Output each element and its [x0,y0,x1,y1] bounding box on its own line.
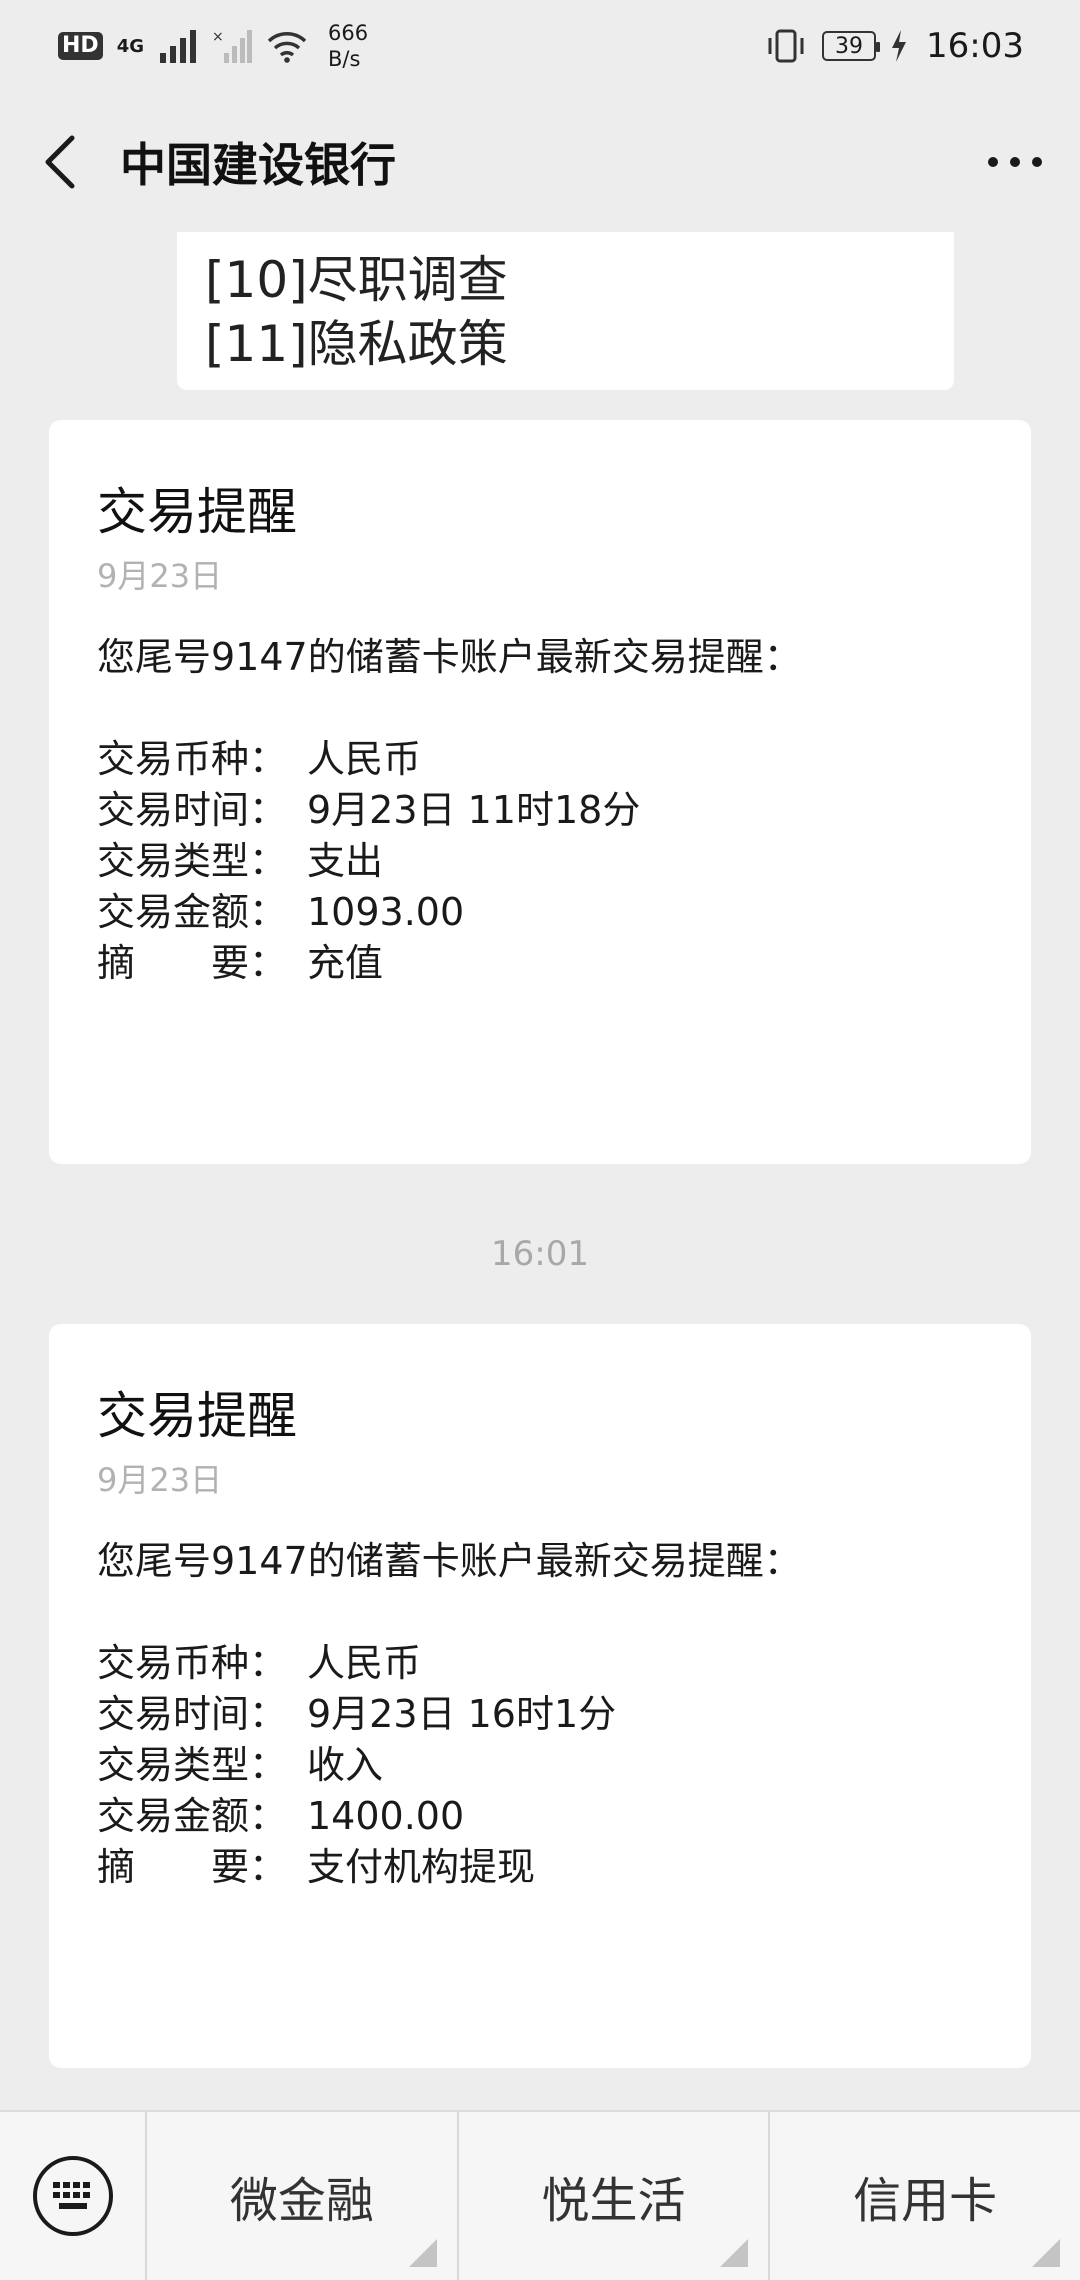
time-divider: 16:01 [491,1234,589,1274]
battery-icon: 39 [822,31,881,61]
partial-menu-card[interactable]: [10]尽职调查 [11]隐私政策 [177,232,954,390]
field-value: 9月23日 16时1分 [307,1692,617,1736]
field-value: 人民币 [307,737,422,781]
menu-item-yue-shenghuo[interactable]: 悦生活 [456,2111,769,2280]
card-date: 9月23日 [97,1461,223,1499]
page-title: 中国建设银行 [120,138,396,192]
field-label: 交易时间： [97,788,288,832]
status-left: HD 4G × 666 B/s [58,20,368,72]
partial-card-line[interactable]: [10]尽职调查 [205,240,508,312]
submenu-indicator-icon [720,2239,749,2267]
field-row: 摘 要： 支付机构提现 [97,1842,983,1893]
field-label: 交易时间： [97,1692,288,1736]
menu-item-label: 悦生活 [541,2173,686,2229]
card-intro: 您尾号9147的储蓄卡账户最新交易提醒： [97,635,802,679]
submenu-indicator-icon [408,2239,437,2267]
signal-icon [160,30,196,63]
field-label: 交易类型： [97,1743,288,1787]
field-value: 人民币 [307,1641,422,1685]
card-intro: 您尾号9147的储蓄卡账户最新交易提醒： [97,1539,802,1583]
submenu-indicator-icon [1032,2239,1061,2267]
field-label: 交易币种： [97,737,288,781]
partial-card-line[interactable]: [11]隐私政策 [205,304,508,376]
field-label: 交易金额： [97,890,288,934]
field-row: 交易时间： 9月23日 16时1分 [97,1689,983,1740]
keyboard-icon [32,2156,113,2236]
field-label: 摘 要： [97,1845,288,1889]
field-row: 交易类型： 支出 [97,836,983,887]
more-dots-icon [988,157,1042,167]
network-type: 4G [116,35,144,57]
menu-item-label: 信用卡 [853,2173,998,2229]
field-value: 收入 [307,1743,384,1787]
nav-bar: 中国建设银行 [0,92,1080,232]
menu-item-wei-jinrong[interactable]: 微金融 [145,2111,457,2280]
field-value: 1093.00 [307,890,465,934]
bottom-menu-bar: 微金融 悦生活 信用卡 [0,2110,1080,2280]
card-fields: 交易币种： 人民币 交易时间： 9月23日 11时18分 交易类型： 支出 交易金额：… [97,734,983,989]
field-row: 交易类型： 收入 [97,1740,983,1791]
status-time: 16:03 [926,26,1024,66]
chevron-left-icon [45,135,75,189]
field-value: 支付机构提现 [307,1845,536,1889]
card-title: 交易提醒 [97,483,297,541]
field-label: 交易类型： [97,839,288,883]
menu-item-label: 微金融 [229,2173,374,2229]
net-speed-unit: B/s [328,47,361,71]
field-label: 交易币种： [97,1641,288,1685]
net-speed: 666 B/s [328,20,368,72]
card-title: 交易提醒 [97,1387,297,1445]
field-row: 交易币种： 人民币 [97,1638,983,1689]
message-list[interactable]: [10]尽职调查 [11]隐私政策 交易提醒 9月23日 您尾号9147的储蓄卡… [0,232,1080,2110]
vibrate-icon [768,29,804,63]
hd-badge: HD [58,32,103,60]
net-speed-value: 666 [328,21,369,45]
field-row: 摘 要： 充值 [97,938,983,989]
wifi-icon [267,32,307,63]
field-value: 9月23日 11时18分 [307,788,641,832]
screen: HD 4G × 666 B/s 39 16:03 中国建设银行 [10]尽职调查… [0,0,1080,2280]
signal-no-sim-icon: × [212,29,252,63]
more-button[interactable] [980,127,1050,197]
card-fields: 交易币种： 人民币 交易时间： 9月23日 16时1分 交易类型： 收入 交易金额： 1… [97,1638,983,1893]
field-label: 交易金额： [97,1794,288,1838]
transaction-card[interactable]: 交易提醒 9月23日 您尾号9147的储蓄卡账户最新交易提醒： 交易币种： 人民币… [49,420,1031,1164]
field-value: 充值 [307,941,384,985]
menu-item-credit-card[interactable]: 信用卡 [768,2111,1080,2280]
status-right: 39 16:03 [764,26,1024,66]
transaction-card[interactable]: 交易提醒 9月23日 您尾号9147的储蓄卡账户最新交易提醒： 交易币种： 人民币… [49,1324,1031,2068]
charging-icon [892,30,907,62]
battery-level: 39 [835,33,864,59]
card-date: 9月23日 [97,557,223,595]
field-row: 交易金额： 1093.00 [97,887,983,938]
back-button[interactable] [0,92,120,232]
field-row: 交易币种： 人民币 [97,734,983,785]
keyboard-toggle-button[interactable] [0,2111,145,2280]
status-bar: HD 4G × 666 B/s 39 16:03 [0,0,1080,92]
field-row: 交易时间： 9月23日 11时18分 [97,785,983,836]
field-label: 摘 要： [97,941,288,985]
field-value: 1400.00 [307,1794,465,1838]
field-row: 交易金额： 1400.00 [97,1791,983,1842]
svg-text:×: × [212,29,224,45]
field-value: 支出 [307,839,384,883]
